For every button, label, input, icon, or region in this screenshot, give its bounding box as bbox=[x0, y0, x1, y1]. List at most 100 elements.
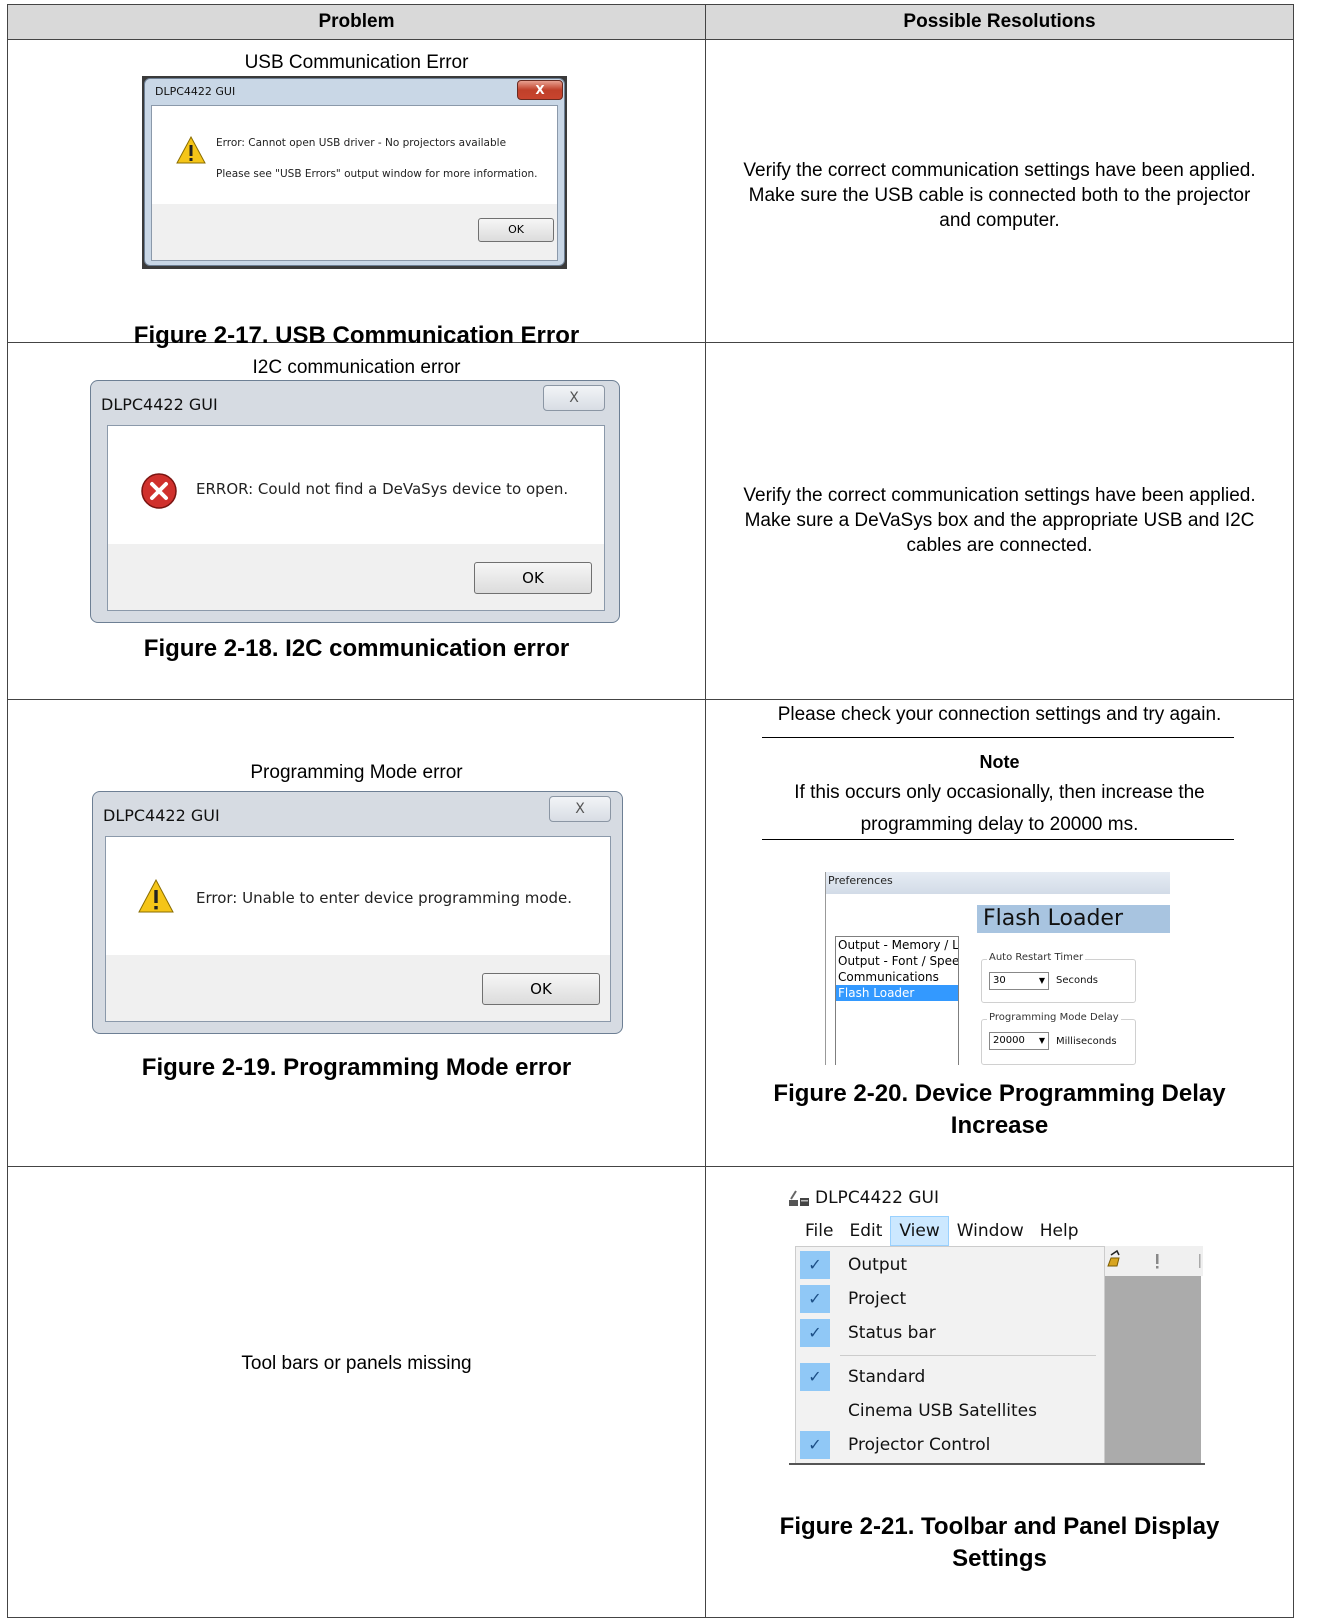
problem-title: USB Communication Error bbox=[244, 52, 469, 73]
figure-caption: Figure 2-19. Programming Mode error bbox=[141, 1054, 572, 1081]
note-line: If this occurs only occasionally, then i… bbox=[794, 782, 1205, 803]
view-dropdown-menu: ✓ Output ✓ Project ✓ Status bar ✓ Standa… bbox=[795, 1246, 1105, 1464]
menu-item-projector-control[interactable]: ✓ Projector Control bbox=[796, 1429, 1096, 1461]
menu-view[interactable]: View bbox=[890, 1216, 949, 1246]
category-item-selected[interactable]: Flash Loader bbox=[836, 985, 958, 1001]
category-item[interactable]: Communications bbox=[836, 969, 958, 985]
auto-restart-label: Auto Restart Timer bbox=[987, 952, 1086, 963]
figure-caption: Figure 2-21. Toolbar and Panel Display S… bbox=[706, 1511, 1293, 1575]
category-item[interactable]: Output - Font / Spee bbox=[836, 953, 958, 969]
figure-caption: Figure 2-20. Device Programming Delay In… bbox=[706, 1078, 1293, 1142]
close-button[interactable]: X bbox=[543, 385, 605, 411]
menu-item-status-bar[interactable]: ✓ Status bar bbox=[796, 1317, 1096, 1349]
menu-help[interactable]: Help bbox=[1032, 1216, 1087, 1246]
screenshot-border bbox=[789, 1463, 1205, 1465]
error-icon bbox=[141, 473, 177, 509]
checkmark-icon: ✓ bbox=[800, 1285, 830, 1313]
preferences-window: Preferences Flash Loader Output - Memory… bbox=[825, 872, 1170, 1065]
menu-item-standard[interactable]: ✓ Standard bbox=[796, 1361, 1096, 1393]
auto-restart-group: Auto Restart Timer 30 ▼ Seconds bbox=[981, 952, 1136, 1003]
menu-edit[interactable]: Edit bbox=[841, 1216, 890, 1246]
resolution-text: Verify the correct communication setting… bbox=[706, 483, 1293, 558]
dialog-title: DLPC4422 GUI bbox=[101, 395, 218, 414]
resolution-text: Please check your connection settings an… bbox=[777, 704, 1222, 725]
dropdown-arrow-icon: ▼ bbox=[1038, 1036, 1045, 1045]
problem-cell: Tool bars or panels missing bbox=[7, 1166, 706, 1618]
menu-item-label: Status bar bbox=[848, 1323, 936, 1343]
header-resolutions: Possible Resolutions bbox=[705, 4, 1294, 40]
menu-file[interactable]: File bbox=[797, 1216, 841, 1246]
ok-button[interactable]: OK bbox=[478, 218, 554, 242]
menu-window[interactable]: Window bbox=[949, 1216, 1032, 1246]
problem-cell: USB Communication Error DLPC4422 GUI X E… bbox=[7, 39, 706, 349]
toolbar-fragment bbox=[1105, 1246, 1203, 1276]
menu-item-project[interactable]: ✓ Project bbox=[796, 1283, 1096, 1315]
programming-mode-dialog: DLPC4422 GUI X Error: Unable to enter de… bbox=[92, 791, 624, 1034]
auto-restart-select[interactable]: 30 ▼ bbox=[989, 972, 1049, 990]
resolution-cell: Verify the correct communication setting… bbox=[705, 342, 1294, 700]
resolution-line: Make sure a DeVaSys box and the appropri… bbox=[744, 510, 1255, 531]
resolution-line: Verify the correct communication setting… bbox=[743, 485, 1256, 506]
category-item[interactable]: Output - Memory / Lo bbox=[836, 937, 958, 953]
menu-bar: File Edit View Window Help bbox=[797, 1216, 1087, 1246]
preferences-title: Preferences bbox=[825, 872, 1170, 894]
programming-delay-label: Programming Mode Delay bbox=[987, 1012, 1121, 1023]
problem-title: Programming Mode error bbox=[250, 762, 463, 783]
ok-button[interactable]: OK bbox=[474, 562, 592, 594]
auto-restart-value: 30 bbox=[993, 975, 1006, 986]
menu-item-output[interactable]: ✓ Output bbox=[796, 1249, 1096, 1281]
problem-title: Tool bars or panels missing bbox=[241, 1353, 472, 1374]
dialog-title: DLPC4422 GUI bbox=[103, 806, 220, 825]
menu-item-label: Projector Control bbox=[848, 1435, 991, 1455]
error-line-2: Please see "USB Errors" output window fo… bbox=[216, 168, 538, 180]
menu-item-label: Cinema USB Satellites bbox=[848, 1401, 1037, 1421]
close-button[interactable]: X bbox=[549, 796, 611, 822]
table-row: I2C communication error DLPC4422 GUI X E… bbox=[7, 342, 1294, 700]
resolution-cell: Verify the correct communication setting… bbox=[705, 39, 1294, 343]
resolution-line: Verify the correct communication setting… bbox=[743, 160, 1256, 181]
header-problem: Problem bbox=[7, 4, 706, 40]
checkmark-icon: ✓ bbox=[800, 1319, 830, 1347]
caption-line: Increase bbox=[950, 1112, 1049, 1139]
table-header-row: Problem Possible Resolutions bbox=[7, 4, 1294, 40]
flash-loader-heading: Flash Loader bbox=[977, 905, 1170, 933]
caption-line: Figure 2-21. Toolbar and Panel Display bbox=[779, 1513, 1220, 1540]
preferences-category-list: Output - Memory / Lo Output - Font / Spe… bbox=[835, 936, 959, 1065]
error-message: ERROR: Could not find a DeVaSys device t… bbox=[196, 480, 569, 498]
dialog-title: DLPC4422 GUI bbox=[155, 85, 236, 98]
app-icon bbox=[789, 1190, 809, 1206]
dropdown-arrow-icon: ▼ bbox=[1038, 976, 1045, 985]
close-button[interactable]: X bbox=[517, 80, 563, 100]
programming-delay-select[interactable]: 20000 ▼ bbox=[989, 1032, 1049, 1050]
checkmark-icon: ✓ bbox=[800, 1363, 830, 1391]
problem-cell: I2C communication error DLPC4422 GUI X E… bbox=[7, 342, 706, 700]
auto-restart-unit: Seconds bbox=[1056, 975, 1099, 986]
view-menu-screenshot: DLPC4422 GUI File Edit View Window Help … bbox=[787, 1184, 1207, 1466]
toolbar-icons bbox=[1107, 1249, 1201, 1269]
note-bottom-rule bbox=[762, 839, 1234, 840]
resolution-text: Verify the correct communication setting… bbox=[706, 158, 1293, 233]
ok-button[interactable]: OK bbox=[482, 973, 600, 1005]
i2c-error-dialog: DLPC4422 GUI X ERROR: Could not find a D… bbox=[90, 380, 620, 624]
resolution-line: cables are connected. bbox=[906, 535, 1093, 556]
programming-delay-group: Programming Mode Delay 20000 ▼ Milliseco… bbox=[981, 1012, 1136, 1065]
caption-line: Figure 2-20. Device Programming Delay bbox=[773, 1080, 1226, 1107]
programming-delay-unit: Milliseconds bbox=[1056, 1036, 1117, 1047]
menu-item-label: Output bbox=[848, 1255, 908, 1275]
error-line-1: Error: Cannot open USB driver - No proje… bbox=[216, 137, 507, 149]
workspace-area bbox=[1105, 1276, 1201, 1464]
checkmark-icon: ✓ bbox=[800, 1431, 830, 1459]
resolution-line: Make sure the USB cable is connected bot… bbox=[748, 185, 1251, 206]
error-message: Error: Unable to enter device programmin… bbox=[196, 889, 573, 907]
menu-item-cinema-usb-satellites[interactable]: Cinema USB Satellites bbox=[796, 1395, 1096, 1427]
checkmark-icon: ✓ bbox=[800, 1251, 830, 1279]
app-title: DLPC4422 GUI bbox=[815, 1188, 939, 1208]
resolution-line: and computer. bbox=[939, 210, 1060, 231]
programming-delay-value: 20000 bbox=[993, 1035, 1025, 1046]
usb-error-dialog: DLPC4422 GUI X Error: Cannot open USB dr… bbox=[142, 76, 567, 269]
note-top-rule bbox=[762, 737, 1234, 738]
menu-item-label: Project bbox=[848, 1289, 907, 1309]
warning-icon bbox=[176, 136, 206, 164]
note-line: programming delay to 20000 ms. bbox=[860, 814, 1139, 835]
caption-line: Settings bbox=[952, 1545, 1047, 1572]
